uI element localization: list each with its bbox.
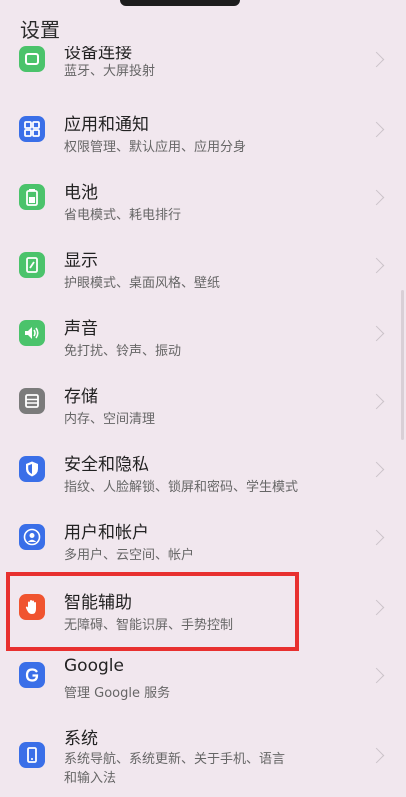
chevron-right-icon (368, 393, 385, 410)
user-icon (19, 524, 45, 550)
storage-icon (19, 388, 45, 414)
settings-item-subtitle: 多用户、云空间、帐户 (64, 548, 195, 563)
chevron-right-icon (368, 121, 385, 138)
chevron-right-icon (368, 257, 385, 274)
settings-item-label: 应用和通知 (64, 115, 149, 135)
settings-item-storage[interactable]: 存储 内存、空间清理 (0, 378, 406, 446)
chevron-right-icon (368, 189, 385, 206)
settings-item-label: 安全和隐私 (64, 455, 149, 475)
battery-icon (19, 184, 45, 210)
speaker-icon (19, 320, 45, 346)
settings-item-label: 系统 (64, 729, 98, 749)
settings-item-subtitle: 指纹、人脸解锁、锁屏和密码、学生模式 (64, 480, 299, 495)
settings-item-label: 用户和帐户 (64, 523, 149, 543)
display-icon (19, 252, 45, 278)
settings-item-subtitle: 免打扰、铃声、振动 (64, 344, 182, 359)
settings-item-system[interactable]: 系统 系统导航、系统更新、关于手机、语言 和输入法 (0, 720, 406, 797)
chevron-right-icon (368, 667, 385, 684)
settings-item-battery[interactable]: 电池 省电模式、耗电排行 (0, 174, 406, 242)
settings-item-subtitle: 内存、空间清理 (64, 412, 156, 427)
highlight-box (6, 572, 299, 651)
settings-item-google[interactable]: Google 管理 Google 服务 (0, 652, 406, 720)
shield-icon (19, 456, 45, 482)
settings-item-label: 显示 (64, 251, 98, 271)
google-icon (19, 662, 45, 688)
settings-item-subtitle: 护眼模式、桌面风格、壁纸 (64, 276, 221, 291)
settings-item-sound[interactable]: 声音 免打扰、铃声、振动 (0, 310, 406, 378)
settings-item-subtitle: 管理 Google 服务 (64, 686, 171, 701)
settings-item-label: 存储 (64, 387, 98, 407)
chevron-right-icon (368, 51, 385, 68)
phone-icon (19, 742, 45, 768)
settings-item-subtitle: 系统导航、系统更新、关于手机、语言 和输入法 (64, 752, 286, 786)
scrollbar[interactable] (401, 290, 404, 440)
settings-item-subtitle: 蓝牙、大屏投射 (64, 64, 156, 79)
device-connect-icon (19, 46, 45, 72)
settings-item-security[interactable]: 安全和隐私 指纹、人脸解锁、锁屏和密码、学生模式 (0, 446, 406, 514)
status-notch (120, 0, 240, 6)
chevron-right-icon (368, 599, 385, 616)
settings-item-subtitle: 权限管理、默认应用、应用分身 (64, 140, 247, 155)
chevron-right-icon (368, 461, 385, 478)
settings-item-subtitle: 省电模式、耗电排行 (64, 208, 182, 223)
page-title: 设置 (20, 18, 60, 42)
settings-item-display[interactable]: 显示 护眼模式、桌面风格、壁纸 (0, 242, 406, 310)
settings-item-label: 声音 (64, 319, 98, 339)
settings-item-label: Google (64, 656, 124, 676)
settings-item-device-connect[interactable]: 设备连接 蓝牙、大屏投射 (0, 36, 406, 104)
header: 设置 (0, 0, 406, 46)
settings-item-label: 电池 (64, 183, 98, 203)
chevron-right-icon (368, 529, 385, 546)
chevron-right-icon (368, 325, 385, 342)
apps-grid-icon (19, 116, 45, 142)
settings-item-apps[interactable]: 应用和通知 权限管理、默认应用、应用分身 (0, 106, 406, 174)
chevron-right-icon (368, 747, 385, 764)
